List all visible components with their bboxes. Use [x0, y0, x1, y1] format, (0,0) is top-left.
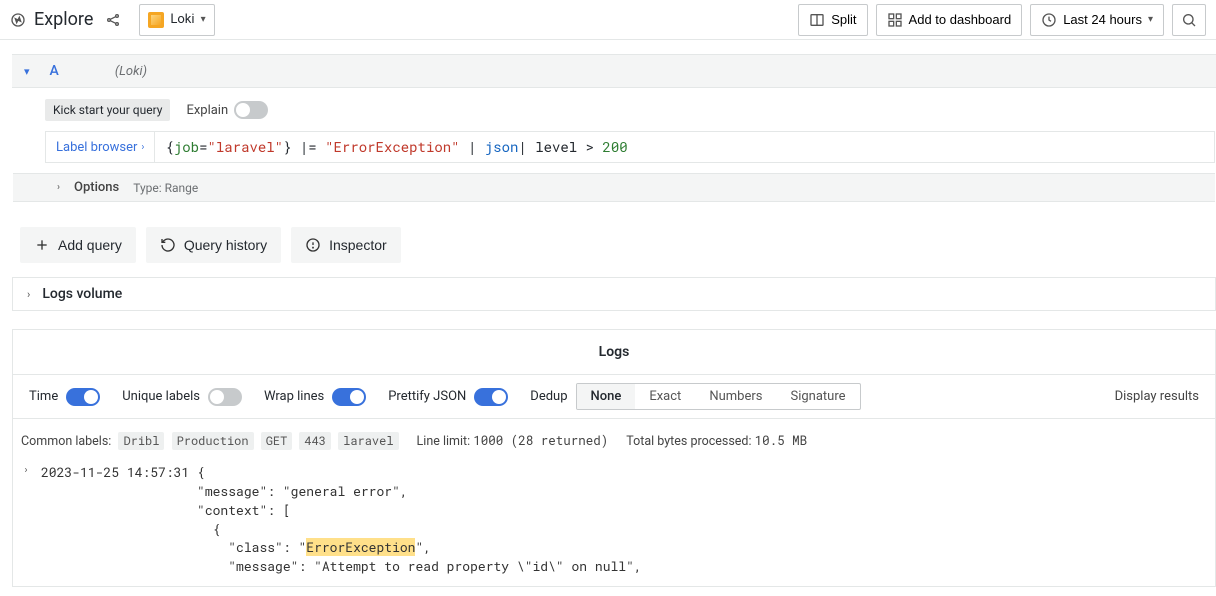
log-key: "class" [228, 538, 283, 556]
kick-start-button[interactable]: Kick start your query [45, 99, 170, 121]
log-val: "general error" [283, 482, 400, 500]
tok-val: "laravel" [207, 137, 283, 156]
common-label-tag: laravel [338, 432, 398, 450]
line-limit-label: Line limit: [417, 434, 471, 449]
logs-volume-label: Logs volume [42, 286, 122, 302]
options-type: Type: Range [133, 181, 198, 195]
add-query-label: Add query [58, 237, 122, 253]
page-title: Explore [34, 9, 93, 30]
common-label-tag: Dribl [118, 432, 164, 450]
inspector-label: Inspector [329, 237, 387, 253]
add-to-dashboard-button[interactable]: Add to dashboard [876, 4, 1023, 36]
dedup-exact[interactable]: Exact [635, 384, 695, 409]
bytes-value: 10.5 MB [755, 433, 808, 449]
tok-num: 200 [602, 137, 627, 156]
add-to-dashboard-label: Add to dashboard [909, 12, 1012, 27]
time-range-button[interactable]: Last 24 hours ▾ [1030, 4, 1164, 36]
unique-labels-label: Unique labels [122, 389, 200, 404]
inspector-button[interactable]: Inspector [291, 227, 401, 263]
tok-level: level [535, 137, 577, 156]
chevron-down-icon: ▾ [24, 65, 30, 78]
common-label-tag: 443 [299, 432, 331, 450]
query-header[interactable]: ▾ A (Loki) [12, 54, 1216, 88]
query-letter: A [50, 63, 59, 79]
chevron-down-icon: ▾ [201, 14, 206, 25]
share-icon[interactable] [105, 12, 121, 28]
split-button[interactable]: Split [798, 4, 867, 36]
time-range-label: Last 24 hours [1063, 12, 1142, 27]
dedup-label: Dedup [530, 389, 567, 404]
datasource-picker[interactable]: Loki ▾ [139, 4, 214, 36]
display-results-label: Display results [1115, 389, 1199, 404]
log-timestamp: 2023-11-25 14:57:31 [41, 463, 189, 481]
chevron-right-icon: › [141, 142, 144, 153]
query-history-button[interactable]: Query history [146, 227, 281, 263]
log-key: "message" [228, 557, 298, 575]
chevron-right-icon: › [27, 288, 30, 301]
options-label: Options [74, 180, 119, 195]
top-toolbar: Explore Loki ▾ Split Add to dashboard La… [0, 0, 1216, 40]
add-query-button[interactable]: Add query [20, 227, 136, 263]
tok-json: json [485, 137, 519, 156]
query-editor[interactable]: {job="laravel"} |= "ErrorException" | js… [154, 131, 1215, 163]
time-label: Time [29, 389, 58, 404]
zoom-button[interactable] [1172, 4, 1206, 36]
query-history-label: Query history [184, 237, 267, 253]
loki-logo-icon [148, 12, 164, 28]
chevron-right-icon[interactable]: › [23, 463, 29, 478]
unique-labels-toggle[interactable] [208, 388, 242, 406]
bytes-label: Total bytes processed: [626, 434, 751, 449]
wrap-lines-toggle[interactable] [332, 388, 366, 406]
query-datasource-hint: (Loki) [115, 64, 147, 79]
explain-toggle[interactable] [234, 101, 268, 119]
explain-label: Explain [186, 103, 228, 118]
tok-filter: "ErrorException" [325, 137, 459, 156]
logs-meta: Common labels: Dribl Production GET 443 … [13, 419, 1215, 459]
compass-icon [10, 12, 26, 28]
line-limit-value: 1000 (28 returned) [473, 433, 608, 449]
label-browser-button[interactable]: Label browser › [45, 131, 154, 163]
logs-title: Logs [13, 330, 1215, 374]
chevron-down-icon: ▾ [1148, 14, 1153, 25]
common-label-tag: Production [172, 432, 254, 450]
options-row[interactable]: › Options Type: Range [13, 173, 1215, 202]
wrap-lines-label: Wrap lines [264, 389, 324, 404]
log-key: "context" [197, 501, 267, 519]
tok-key: job [174, 137, 199, 156]
common-label-tag: GET [261, 432, 293, 450]
label-browser-label: Label browser [56, 140, 137, 155]
datasource-name: Loki [170, 12, 194, 27]
log-val: "Attempt to read property \"id\" on null… [314, 557, 634, 575]
log-entry[interactable]: ›2023-11-25 14:57:31 { "message": "gener… [13, 459, 1215, 576]
chevron-right-icon: › [57, 182, 60, 193]
time-toggle[interactable] [66, 388, 100, 406]
logs-volume-section[interactable]: › Logs volume [12, 277, 1216, 311]
logs-panel: Logs Time Unique labels Wrap lines Prett… [12, 329, 1216, 587]
split-label: Split [831, 12, 856, 27]
dedup-group: None Exact Numbers Signature [576, 383, 861, 410]
dedup-none[interactable]: None [577, 384, 636, 409]
log-quote: " [415, 538, 423, 556]
logs-controls: Time Unique labels Wrap lines Prettify J… [13, 374, 1215, 419]
log-highlight: ErrorException [306, 538, 415, 556]
prettify-json-label: Prettify JSON [388, 389, 466, 404]
dedup-signature[interactable]: Signature [776, 384, 859, 409]
log-key: "message" [197, 482, 267, 500]
prettify-json-toggle[interactable] [474, 388, 508, 406]
dedup-numbers[interactable]: Numbers [695, 384, 776, 409]
common-labels-label: Common labels: [21, 434, 111, 449]
